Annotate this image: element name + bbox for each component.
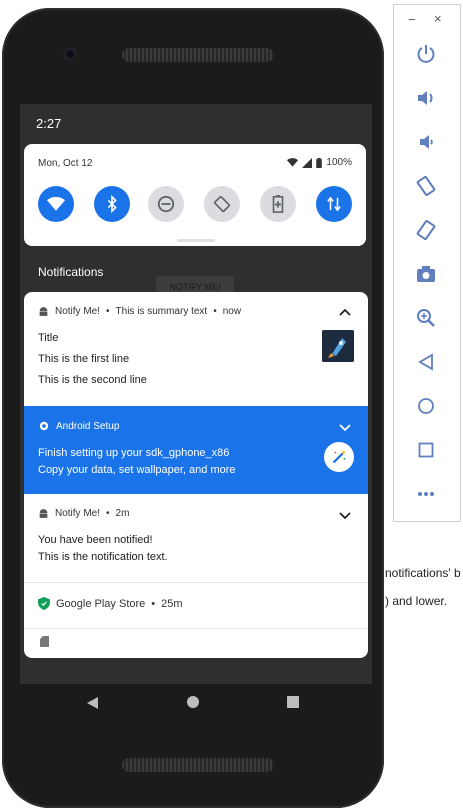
notification-text: Copy your data, set wallpaper, and more xyxy=(38,464,236,476)
volume-up-button[interactable] xyxy=(413,85,439,111)
notification-time: now xyxy=(222,306,242,317)
minimize-window-icon[interactable]: − xyxy=(408,12,416,27)
quick-settings-handle[interactable] xyxy=(177,239,215,242)
sd-card-icon xyxy=(40,636,49,647)
volume-down-button[interactable] xyxy=(413,129,439,155)
android-icon xyxy=(39,509,48,518)
zoom-icon xyxy=(417,309,435,327)
separator-dot: • xyxy=(106,306,110,317)
back-button[interactable] xyxy=(413,349,439,375)
home-circle-icon xyxy=(418,398,434,414)
bluetooth-icon xyxy=(107,195,117,213)
background-text-fragment-2: ) and lower. xyxy=(385,594,448,608)
close-window-icon[interactable]: × xyxy=(434,11,442,26)
notification-header: Notify Me! • This is summary text • now xyxy=(38,306,241,317)
zoom-button[interactable] xyxy=(413,305,439,331)
screenshot-button[interactable] xyxy=(413,261,439,287)
rotate-left-icon xyxy=(416,175,436,197)
notification-time: 2m xyxy=(115,508,130,519)
wifi-tile[interactable] xyxy=(38,186,74,222)
separator-dot: • xyxy=(213,306,217,317)
battery-saver-icon xyxy=(272,195,284,213)
battery-saver-tile[interactable] xyxy=(260,186,296,222)
phone-screen: 2:27 Mon, Oct 12 100% NOTIFY ME! Notific… xyxy=(20,104,372,684)
power-icon xyxy=(417,45,435,63)
qs-date: Mon, Oct 12 xyxy=(38,158,93,169)
back-nav-icon[interactable] xyxy=(86,696,100,710)
battery-status-icon xyxy=(316,157,323,168)
magic-wand-icon xyxy=(324,442,354,472)
quick-settings-panel: Mon, Oct 12 100% xyxy=(24,144,366,246)
summary-text: This is summary text xyxy=(115,306,208,317)
notifications-header: Notifications xyxy=(38,265,104,279)
notification-line-2: This is the second line xyxy=(38,374,147,386)
rotate-right-button[interactable] xyxy=(413,217,439,243)
notification-notify-me-expanded[interactable]: Notify Me! • This is summary text • now … xyxy=(24,292,368,406)
status-time: 2:27 xyxy=(36,116,62,131)
volume-down-icon xyxy=(420,135,433,149)
notification-notify-me-collapsed[interactable]: Notify Me! • 2m You have been notified! … xyxy=(24,494,368,582)
auto-rotate-icon xyxy=(213,195,231,213)
mobile-data-tile[interactable] xyxy=(316,186,352,222)
background-text-fragment-1: notifications' b xyxy=(385,566,461,580)
notification-line-2: This is the notification text. xyxy=(38,551,168,563)
camera-icon xyxy=(417,266,435,282)
gear-icon xyxy=(39,421,49,431)
emulator-control-panel: − × xyxy=(393,4,461,522)
back-triangle-icon xyxy=(418,353,433,371)
separator-dot: • xyxy=(151,597,156,610)
do-not-disturb-tile[interactable] xyxy=(148,186,184,222)
more-button[interactable] xyxy=(413,481,439,507)
notification-google-play-store[interactable]: Google Play Store • 25m xyxy=(24,583,368,631)
signal-status-icon xyxy=(302,157,313,168)
phone-frame: 2:27 Mon, Oct 12 100% NOTIFY ME! Notific… xyxy=(2,8,384,808)
battery-percent: 100% xyxy=(326,157,352,168)
bluetooth-tile[interactable] xyxy=(94,186,130,222)
rocket-thumbnail-image xyxy=(322,330,354,362)
app-name: Android Setup xyxy=(56,420,120,432)
home-nav-icon[interactable] xyxy=(187,696,199,708)
do-not-disturb-icon xyxy=(157,195,175,213)
power-button[interactable] xyxy=(413,41,439,67)
notification-line-1: This is the first line xyxy=(38,353,130,365)
wifi-icon xyxy=(47,197,65,211)
notification-header: Google Play Store • 25m xyxy=(38,597,183,610)
bottom-speaker xyxy=(122,758,274,772)
separator-dot: • xyxy=(106,508,110,519)
overview-button[interactable] xyxy=(413,437,439,463)
app-name: Notify Me! xyxy=(55,508,101,519)
notification-header: Notify Me! • 2m xyxy=(38,508,129,519)
mobile-data-icon xyxy=(327,196,341,212)
notification-title: Finish setting up your sdk_gphone_x86 xyxy=(38,447,230,459)
qs-status-icons: 100% xyxy=(287,157,352,168)
notification-header: Android Setup xyxy=(38,420,119,432)
navigation-bar xyxy=(2,684,384,724)
top-speaker xyxy=(122,48,274,62)
front-camera xyxy=(63,47,77,61)
home-button[interactable] xyxy=(413,393,439,419)
notification-list: Notify Me! • This is summary text • now … xyxy=(24,292,368,658)
app-name: Notify Me! xyxy=(55,306,101,317)
notification-android-setup[interactable]: Android Setup Finish setting up your sdk… xyxy=(24,406,368,494)
android-icon xyxy=(39,307,48,316)
wifi-status-icon xyxy=(287,158,299,167)
notification-line-1: You have been notified! xyxy=(38,534,153,546)
chevron-down-icon[interactable] xyxy=(338,508,352,522)
chevron-down-icon[interactable] xyxy=(338,420,352,434)
recents-nav-icon[interactable] xyxy=(287,696,299,708)
more-dots-icon xyxy=(418,492,434,496)
app-name: Google Play Store xyxy=(56,597,146,610)
rotate-right-icon xyxy=(416,219,436,241)
overview-square-icon xyxy=(418,442,434,458)
chevron-up-icon[interactable] xyxy=(338,306,352,320)
notification-time: 25m xyxy=(161,597,183,610)
play-protect-icon xyxy=(38,597,50,610)
rotate-left-button[interactable] xyxy=(413,173,439,199)
notification-title: Title xyxy=(38,332,59,344)
divider xyxy=(24,628,368,629)
volume-up-icon xyxy=(418,91,433,105)
auto-rotate-tile[interactable] xyxy=(204,186,240,222)
